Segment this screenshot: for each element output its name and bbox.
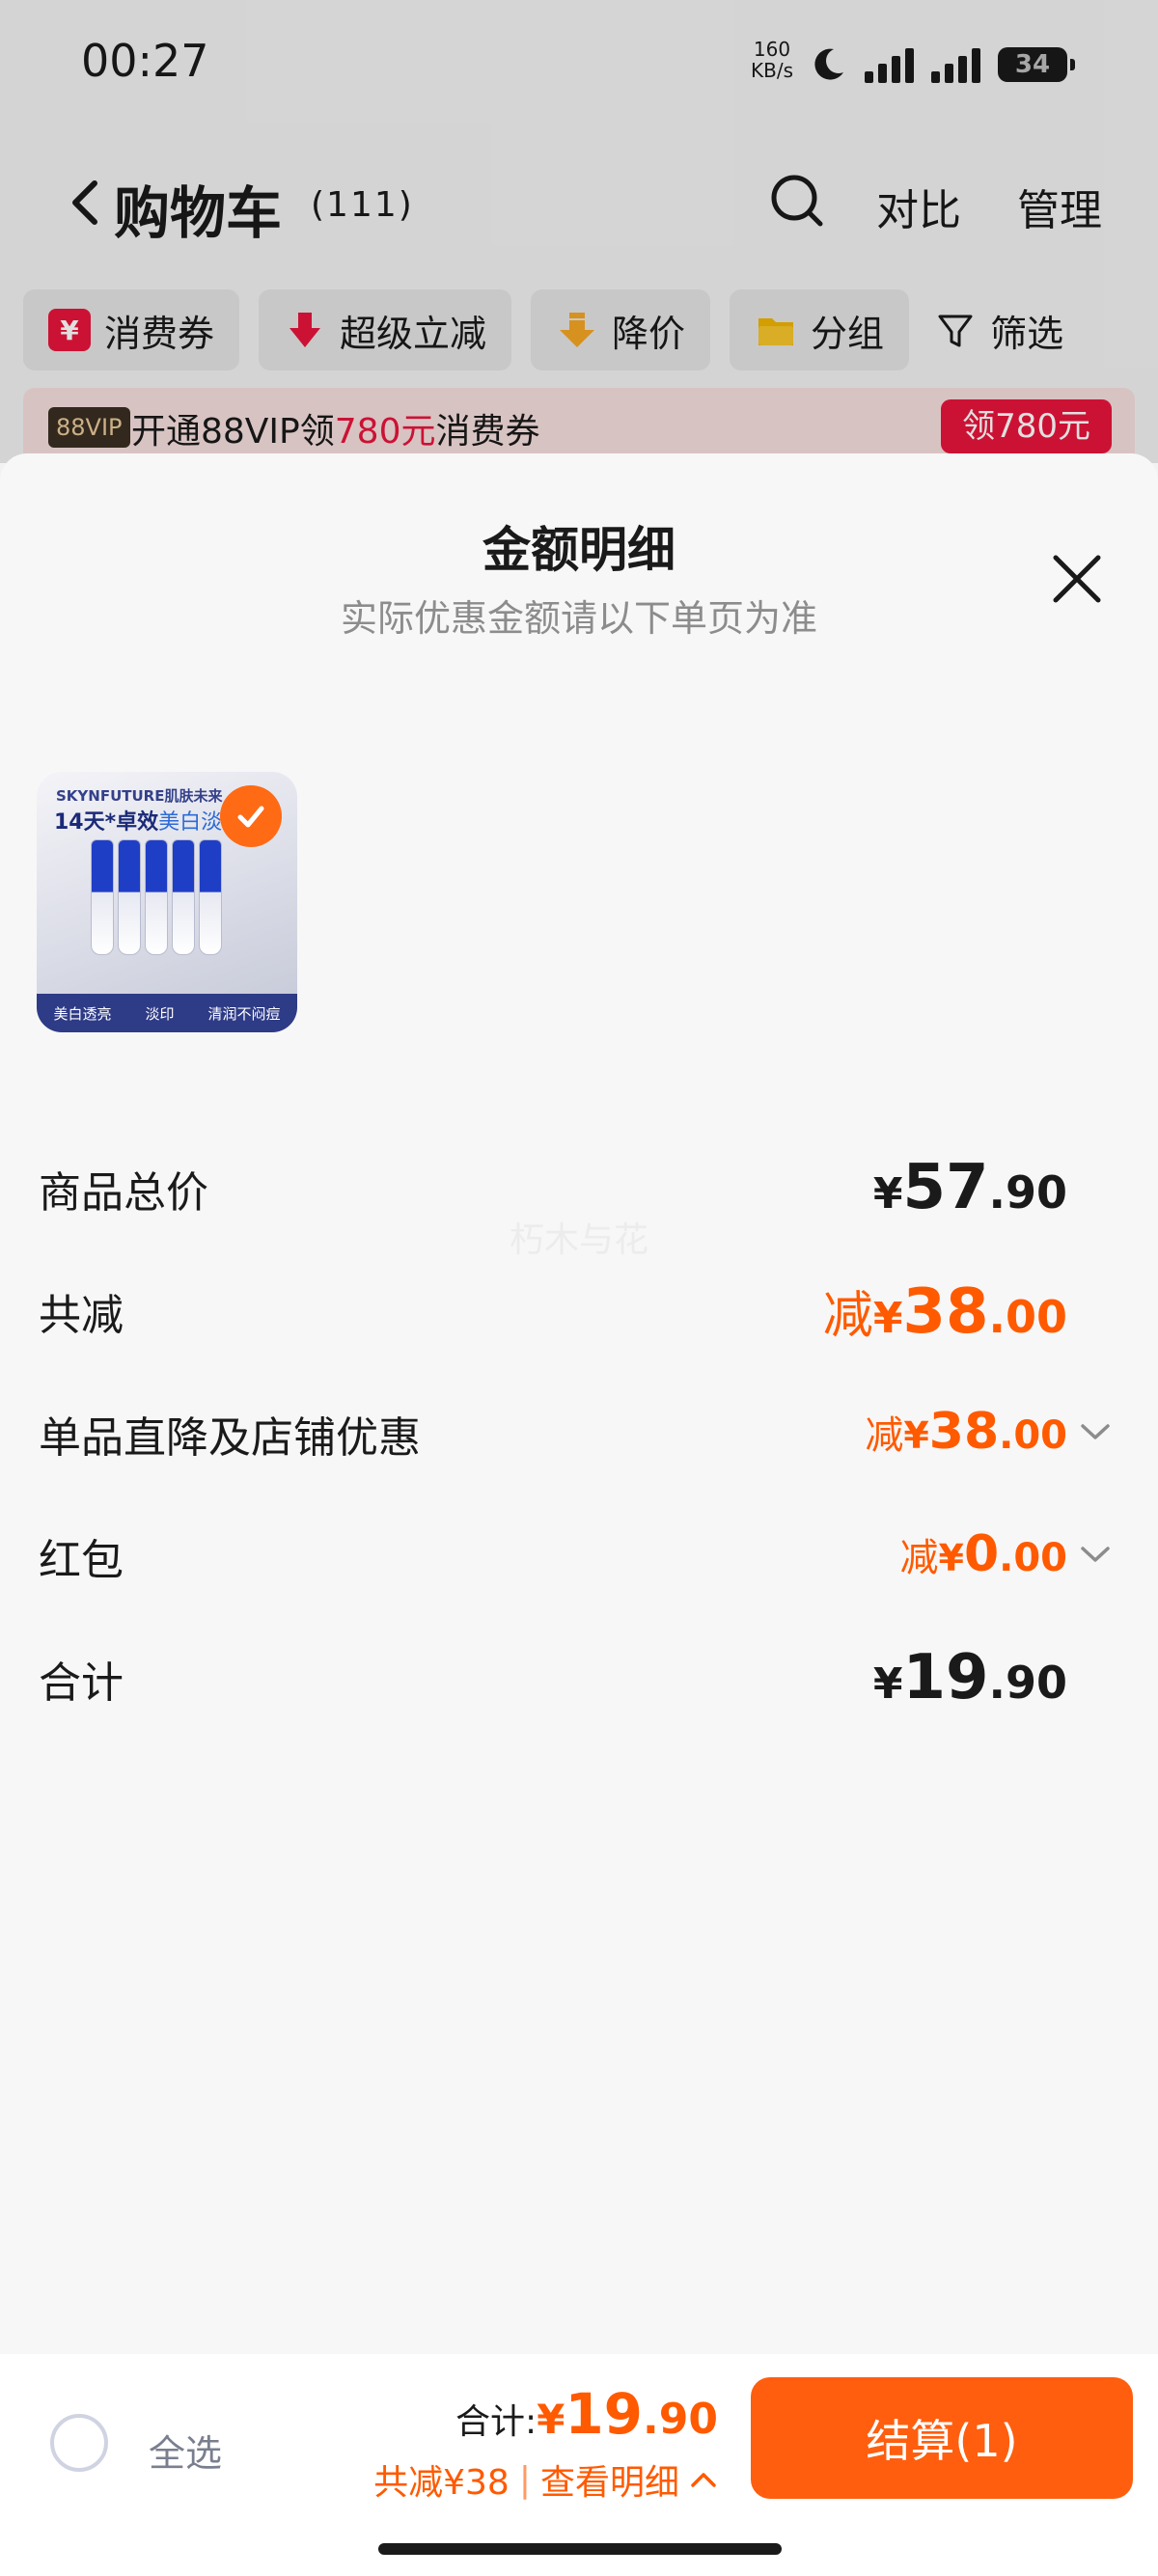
select-all-checkbox[interactable] [50,2414,108,2472]
chevron-up-icon[interactable] [689,2469,718,2490]
row-item-total: 商品总价 ¥57.90 [39,1152,1112,1235]
yen-sign: ¥ [938,1537,964,1579]
value-decimal: .00 [988,1291,1068,1343]
product-vial [118,839,141,955]
amount-details-sheet: 金额明细 实际优惠金额请以下单页为准 SKYNFUTURE肌肤未来 14天*卓效… [0,453,1158,2576]
chevron-down-icon[interactable] [1079,1420,1112,1443]
value-integer: 0 [963,1525,1000,1583]
row-value: ¥57.90 [873,1152,1067,1223]
value-integer: 38 [902,1276,989,1348]
separator: | [518,2459,531,2500]
product-vial [91,839,114,955]
total-integer: 19 [565,2381,644,2447]
bottom-total: 合计:¥19.90 [455,2381,718,2447]
row-red-packet[interactable]: 红包 减¥0.00 [39,1525,1112,1603]
row-value: 减¥38.00 [865,1403,1067,1461]
savings-summary[interactable]: 共减¥38 | 查看明细 [373,2454,718,2505]
value-integer: 19 [902,1642,989,1713]
product-vial [145,839,168,955]
yen-sign: ¥ [872,1659,903,1709]
close-icon[interactable] [1050,552,1104,606]
reduce-prefix: 减 [899,1536,939,1580]
total-label: 合计: [455,2402,538,2442]
row-value: ¥19.90 [873,1642,1067,1713]
product-footer-item: 淡印 [145,1004,175,1023]
savings-text: 共减¥38 [373,2463,510,2503]
modal-dim-overlay[interactable] [0,0,1158,463]
product-brand-text: SKYNFUTURE肌肤未来 [56,787,223,805]
checkmark-icon [237,806,264,828]
product-vial [199,839,222,955]
select-all-label[interactable]: 全选 [149,2424,222,2477]
yen-sign: ¥ [537,2396,565,2443]
row-label: 合计 [39,1658,124,1708]
cart-page-background: 00:27 160 KB/s 34 购物车 (111) 对比 管理 ¥ 消费券 … [0,0,1158,463]
row-value: 减¥0.00 [900,1525,1068,1583]
row-label: 红包 [39,1536,124,1585]
product-selected-check-icon[interactable] [220,785,282,847]
reduce-prefix: 减 [822,1287,873,1345]
row-label: 共减 [39,1291,124,1340]
product-thumbnail[interactable]: SKYNFUTURE肌肤未来 14天*卓效美白淡印 美白透亮 淡印 清润不闷痘 [37,772,297,1032]
yen-sign: ¥ [872,1169,903,1219]
row-grand-total: 合计 ¥19.90 [39,1642,1112,1725]
value-decimal: .90 [988,1657,1068,1709]
row-total-reduction: 共减 减¥38.00 [39,1276,1112,1357]
yen-sign: ¥ [903,1414,929,1457]
row-value: 减¥38.00 [823,1274,1067,1348]
value-integer: 57 [902,1152,989,1223]
product-headline-bold: 14天*卓效 [54,810,159,835]
yen-sign: ¥ [872,1294,903,1343]
product-footer: 美白透亮 淡印 清润不闷痘 [37,994,297,1032]
row-label: 单品直降及店铺优惠 [39,1413,421,1463]
value-integer: 38 [928,1403,1000,1461]
value-decimal: .90 [988,1166,1068,1219]
sheet-title: 金额明细 [482,522,676,578]
row-label: 商品总价 [39,1168,208,1218]
chevron-down-icon[interactable] [1079,1543,1112,1566]
value-decimal: .00 [999,1413,1067,1458]
view-details-link[interactable]: 查看明细 [540,2454,679,2505]
sheet-subtitle: 实际优惠金额请以下单页为准 [340,597,817,640]
total-decimal: .90 [643,2395,718,2444]
product-footer-item: 清润不闷痘 [207,1004,281,1023]
checkout-button[interactable]: 结算(1) [751,2377,1133,2499]
value-decimal: .00 [999,1536,1067,1580]
product-vial [172,839,195,955]
reduce-prefix: 减 [865,1413,904,1458]
product-footer-item: 美白透亮 [53,1004,112,1023]
row-store-discount[interactable]: 单品直降及店铺优惠 减¥38.00 [39,1403,1112,1480]
product-headline: 14天*卓效美白淡印 [54,805,243,836]
home-indicator[interactable] [378,2543,782,2555]
